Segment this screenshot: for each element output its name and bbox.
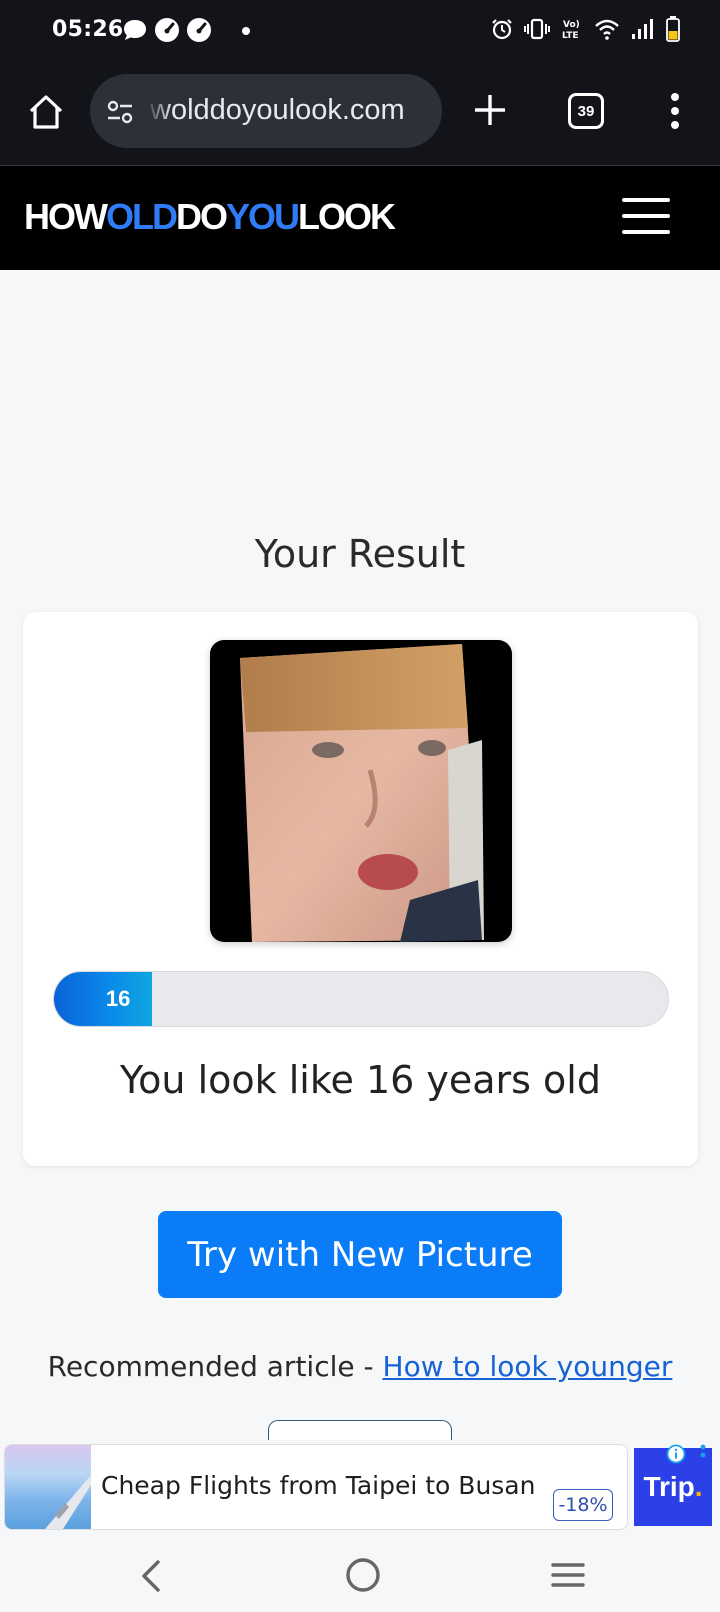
message-icon: [124, 20, 146, 40]
face-photo-image: [240, 644, 484, 942]
logo-part-look: LOOK: [298, 196, 396, 237]
gauge-icon: [155, 18, 179, 42]
back-icon[interactable]: [136, 1556, 168, 1596]
logo-part-do: DO: [175, 196, 228, 237]
hamburger-menu-icon[interactable]: [622, 198, 670, 238]
ad-image: [5, 1445, 91, 1529]
battery-icon: [666, 16, 680, 42]
site-logo[interactable]: HOWOLDDOYOULOOK: [24, 196, 396, 238]
trip-logo-text: Trip: [643, 1471, 695, 1502]
system-navigation-bar: [0, 1540, 720, 1612]
age-progress-fill: 16: [54, 972, 153, 1026]
vibrate-icon: [524, 18, 550, 40]
tab-switcher-button[interactable]: 39: [568, 93, 604, 129]
volte-icon: Vo) LTE: [562, 20, 580, 41]
url-text: wolddoyoulook.com: [150, 94, 405, 126]
home-circle-icon[interactable]: [344, 1556, 382, 1594]
ad-card[interactable]: Cheap Flights from Taipei to Busan -18%: [4, 1444, 628, 1530]
recommended-article: Recommended article - How to look younge…: [0, 1350, 720, 1383]
face-photo: [210, 640, 512, 942]
home-icon[interactable]: [26, 92, 66, 132]
result-heading: Your Result: [254, 532, 466, 576]
svg-text:LTE: LTE: [562, 31, 579, 41]
try-new-picture-button[interactable]: Try with New Picture: [158, 1211, 562, 1298]
recommended-prefix: Recommended article -: [47, 1350, 383, 1383]
status-bar: 05:26 Vo) LTE: [0, 0, 720, 62]
notification-icons: [122, 17, 212, 43]
age-progress-label: 16: [105, 986, 131, 1011]
browser-toolbar: wolddoyoulook.com 39: [0, 62, 720, 166]
age-result-text: You look like 16 years old: [120, 1058, 601, 1102]
ad-info-icon[interactable]: [666, 1444, 686, 1464]
logo-part-old: OLD: [105, 196, 178, 237]
recent-apps-icon[interactable]: [550, 1560, 586, 1590]
trip-logo-dot: .: [694, 1471, 703, 1502]
wifi-icon: [595, 19, 619, 40]
notification-dot: [242, 27, 250, 35]
address-bar[interactable]: wolddoyoulook.com: [90, 74, 442, 148]
ad-title: Cheap Flights from Taipei to Busan: [101, 1471, 536, 1500]
logo-part-you: YOU: [225, 196, 300, 237]
airplane-wing-image: [45, 1475, 91, 1529]
result-card: 16 You look like 16 years old: [23, 612, 698, 1166]
ad-banner: Cheap Flights from Taipei to Busan -18% …: [0, 1440, 720, 1540]
logo-part-how: HOW: [24, 196, 108, 237]
recommended-article-link[interactable]: How to look younger: [383, 1350, 673, 1383]
signal-icon: [632, 19, 653, 39]
svg-text:Vo): Vo): [563, 20, 580, 30]
gauge-icon: [187, 18, 211, 42]
new-tab-icon[interactable]: [470, 90, 510, 130]
system-icons: Vo) LTE: [490, 16, 680, 42]
age-progress-bar: 16: [53, 971, 669, 1027]
alarm-icon: [492, 19, 512, 40]
more-options-icon[interactable]: [664, 90, 686, 132]
site-header: HOWOLDDOYOULOOK: [0, 166, 720, 270]
url-fade: [146, 74, 172, 148]
status-time: 05:26: [52, 17, 124, 42]
ad-more-options-icon[interactable]: [698, 1444, 708, 1466]
site-settings-icon[interactable]: [106, 98, 134, 126]
ad-discount-badge: -18%: [553, 1489, 613, 1521]
